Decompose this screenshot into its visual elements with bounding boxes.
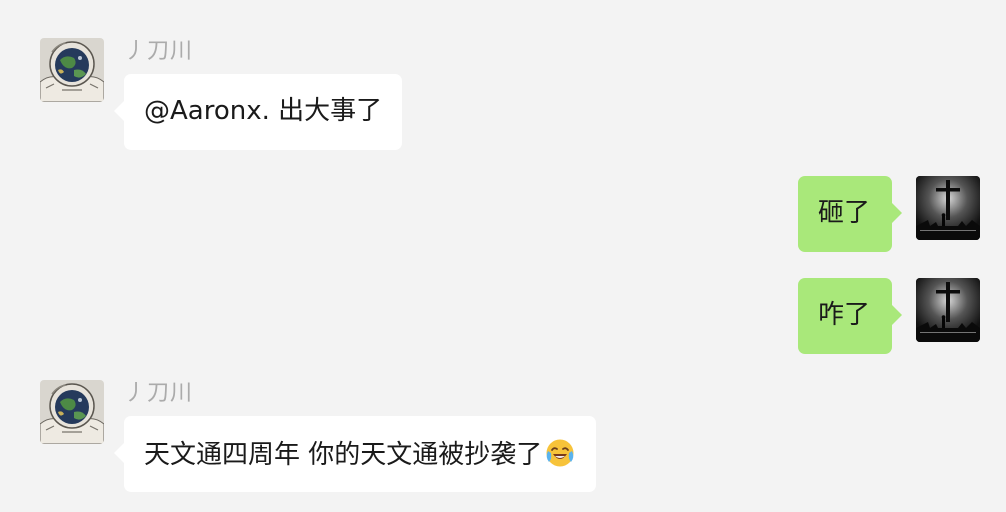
cross-silhouette-avatar-icon [916,278,980,342]
outgoing-message-bubble[interactable]: 咋了 [798,278,902,354]
sender-name: 丿刀川 [124,39,194,64]
message-text: 天文通四周年 你的天文通被抄袭了 [144,440,543,470]
message-text: 砸了 [818,198,871,228]
my-avatar[interactable] [916,278,980,342]
sender-avatar[interactable] [40,38,104,102]
incoming-message-bubble[interactable]: @Aaronx. 出大事了 [113,74,403,150]
message-text: 咋了 [818,300,871,330]
sender-name: 丿刀川 [124,381,194,406]
incoming-message-bubble[interactable]: 天文通四周年 你的天文通被抄袭了 [113,416,597,492]
outgoing-message-bubble[interactable]: 砸了 [798,176,902,252]
message-text: @Aaronx. 出大事了 [144,96,383,126]
my-avatar[interactable] [916,176,980,240]
cross-silhouette-avatar-icon [916,176,980,240]
astronaut-avatar-icon [40,38,104,102]
face-with-tears-of-joy-icon [544,437,576,469]
astronaut-avatar-icon [40,380,104,444]
sender-avatar[interactable] [40,380,104,444]
chat-window: 丿刀川 @Aaronx. 出大事了 砸了 咋了 丿刀川 天文通四周年 你的天文通… [0,0,1006,512]
